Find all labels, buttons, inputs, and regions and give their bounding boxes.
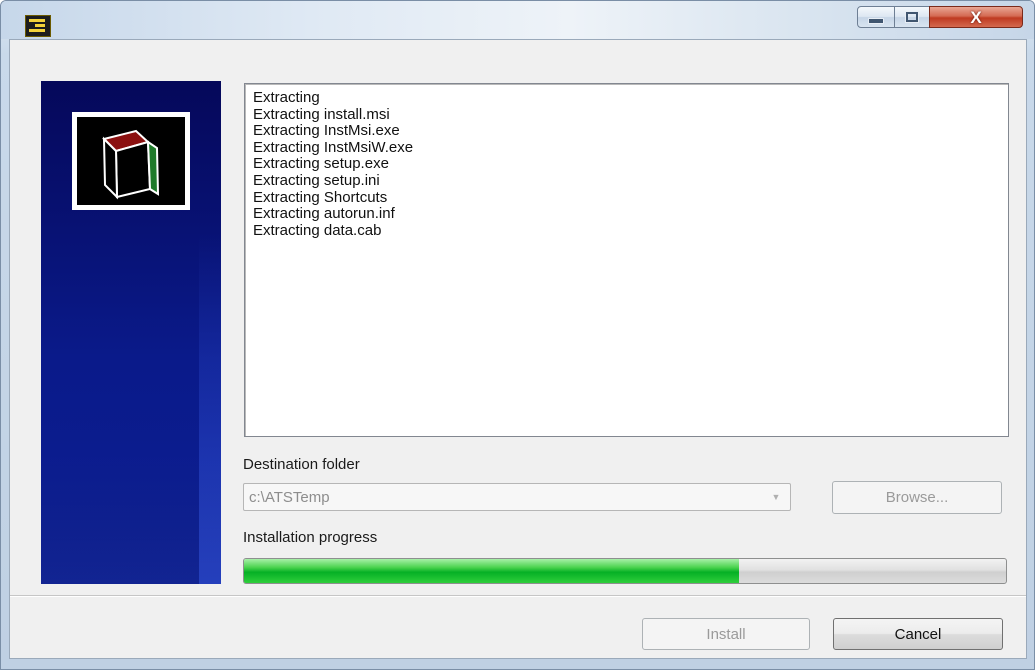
- log-line: Extracting install.msi: [253, 105, 390, 123]
- extraction-log[interactable]: Extracting Extracting install.msi Extracti…: [244, 83, 1009, 437]
- destination-folder-value: c:\ATSTemp: [249, 489, 330, 506]
- maximize-button[interactable]: [894, 6, 930, 28]
- close-icon: X: [970, 7, 982, 27]
- destination-folder-combo: c:\ATSTemp ▼: [243, 483, 791, 511]
- destination-folder-label: Destination folder: [243, 456, 360, 473]
- log-line: Extracting setup.exe: [253, 155, 389, 173]
- log-line: Extracting setup.ini: [253, 171, 380, 189]
- box-package-icon-frame: [72, 112, 190, 210]
- installer-window: X Extracting Extracting install.msi Extrac…: [0, 0, 1035, 670]
- chevron-down-icon: ▼: [771, 492, 781, 502]
- close-button[interactable]: X: [929, 6, 1023, 28]
- dialog-client-area: Extracting Extracting install.msi Extracti…: [9, 39, 1027, 659]
- log-line: Extracting data.cab: [253, 221, 382, 239]
- installation-progress-label: Installation progress: [243, 529, 378, 546]
- footer-separator: [10, 595, 1026, 597]
- title-bar[interactable]: X: [1, 1, 1034, 39]
- minimize-button[interactable]: [857, 6, 895, 28]
- log-line: Extracting InstMsiW.exe: [253, 138, 414, 156]
- log-line: Extracting autorun.inf: [253, 205, 395, 223]
- browse-button: Browse...: [832, 481, 1002, 514]
- installer-app-icon[interactable]: [25, 15, 51, 37]
- installation-progress-bar: [243, 558, 1007, 584]
- log-line: Extracting Shortcuts: [253, 188, 388, 206]
- cancel-button[interactable]: Cancel: [833, 618, 1003, 650]
- side-banner: [41, 81, 221, 584]
- log-line: Extracting: [253, 89, 320, 106]
- log-line: Extracting InstMsi.exe: [253, 122, 400, 140]
- maximize-icon: [905, 11, 919, 23]
- minimize-icon: [868, 18, 884, 24]
- box-package-icon: [102, 129, 160, 200]
- progress-fill: [244, 559, 740, 583]
- install-button: Install: [642, 618, 810, 650]
